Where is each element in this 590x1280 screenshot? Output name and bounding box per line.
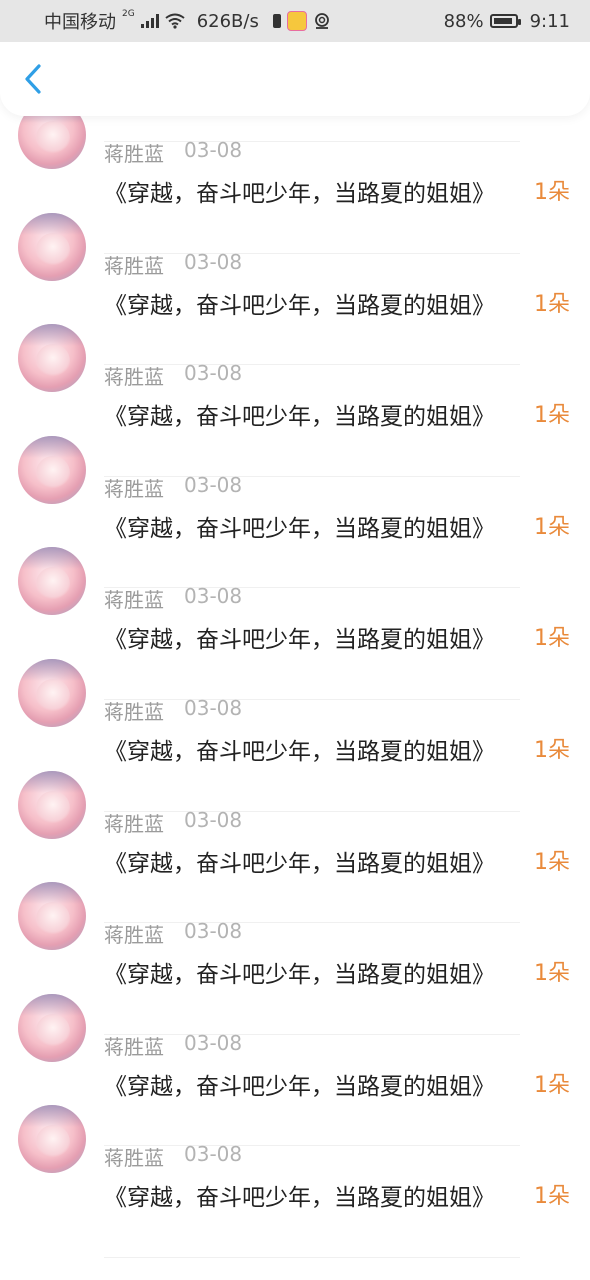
user-name: 蒋胜蓝 xyxy=(104,1146,164,1171)
user-name: 蒋胜蓝 xyxy=(104,476,164,501)
clock: 9:11 xyxy=(529,10,570,32)
user-avatar[interactable] xyxy=(18,547,86,616)
row-divider xyxy=(104,1256,520,1258)
gift-date: 03-08 xyxy=(184,695,243,720)
user-avatar[interactable] xyxy=(18,882,86,951)
gift-record-list: 蒋胜蓝 03-08 《穿越，奋斗吧少年，当路夏的姐姐》 1朵 蒋胜蓝 03-08… xyxy=(0,86,590,1258)
list-item[interactable]: 蒋胜蓝 03-08 《穿越，奋斗吧少年，当路夏的姐姐》 1朵 xyxy=(0,1105,590,1258)
gift-date: 03-08 xyxy=(184,1142,243,1167)
user-name: 蒋胜蓝 xyxy=(104,142,164,166)
battery-saver-icon xyxy=(272,14,281,28)
gift-date: 03-08 xyxy=(184,584,243,609)
network-speed: 626B/s xyxy=(196,10,259,32)
user-avatar[interactable] xyxy=(18,993,86,1062)
chevron-left-icon xyxy=(25,64,41,94)
user-avatar[interactable] xyxy=(18,212,86,281)
user-name: 蒋胜蓝 xyxy=(104,253,164,278)
back-button[interactable] xyxy=(18,64,48,94)
gift-date: 03-08 xyxy=(184,1030,243,1055)
battery-icon xyxy=(489,14,521,28)
header-bar xyxy=(0,42,590,116)
user-name: 蒋胜蓝 xyxy=(104,365,164,390)
flower-count: 1朵 xyxy=(534,1184,570,1210)
user-avatar[interactable] xyxy=(18,770,86,839)
user-avatar[interactable] xyxy=(18,658,86,727)
user-avatar[interactable] xyxy=(18,324,86,393)
signal-icon xyxy=(140,14,159,28)
book-title[interactable]: 《穿越，奋斗吧少年，当路夏的姐姐》 xyxy=(104,1178,519,1212)
network-tag: 2G xyxy=(122,9,135,19)
location-icon xyxy=(314,13,329,29)
user-name: 蒋胜蓝 xyxy=(104,1034,164,1059)
user-name: 蒋胜蓝 xyxy=(104,811,164,836)
battery-percent: 88% xyxy=(443,10,484,32)
gift-date: 03-08 xyxy=(184,138,243,162)
user-name: 蒋胜蓝 xyxy=(104,588,164,613)
status-bar: 中国移动 2G 626B/s 88% 9:11 xyxy=(0,0,590,42)
gift-date: 03-08 xyxy=(184,361,243,386)
user-name: 蒋胜蓝 xyxy=(104,699,164,724)
gift-date: 03-08 xyxy=(184,807,243,832)
gift-date: 03-08 xyxy=(184,919,243,944)
gift-date: 03-08 xyxy=(184,249,243,274)
user-avatar[interactable] xyxy=(18,435,86,504)
user-name: 蒋胜蓝 xyxy=(104,923,164,948)
app-notification-icon xyxy=(286,11,307,31)
gift-date: 03-08 xyxy=(184,472,243,497)
wifi-icon xyxy=(165,13,185,29)
carrier-label: 中国移动 xyxy=(44,12,116,33)
user-avatar[interactable] xyxy=(18,1105,86,1174)
